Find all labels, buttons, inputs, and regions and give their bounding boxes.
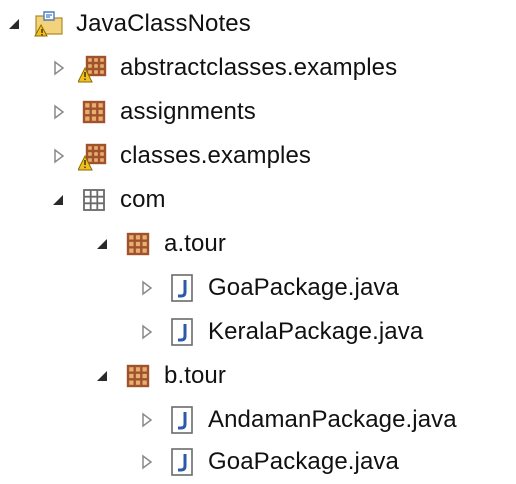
empty-package-icon <box>78 184 110 216</box>
collapsed-arrow-icon[interactable] <box>50 147 68 165</box>
tree-row-com[interactable]: com <box>50 178 166 222</box>
package-icon <box>122 360 154 392</box>
expanded-arrow-icon[interactable] <box>6 15 24 33</box>
tree-row-abstractclasses-examples[interactable]: abstractclasses.examples <box>50 46 397 90</box>
tree-row-andaman-package-java[interactable]: AndamanPackage.java <box>138 398 457 442</box>
package-warning-icon <box>78 140 110 172</box>
tree-item-label: assignments <box>120 98 256 125</box>
collapsed-arrow-icon[interactable] <box>138 323 156 341</box>
collapsed-arrow-icon[interactable] <box>138 279 156 297</box>
expanded-arrow-icon[interactable] <box>94 235 112 253</box>
tree-row-goa-package-java[interactable]: GoaPackage.java <box>138 266 399 310</box>
java-file-icon <box>166 272 198 304</box>
tree-item-label: com <box>120 186 166 213</box>
tree-item-label: AndamanPackage.java <box>208 406 457 433</box>
package-explorer-tree: JavaClassNotes abstractclasses.examples <box>0 0 516 481</box>
tree-row-b-tour[interactable]: b.tour <box>94 354 226 398</box>
tree-row-assignments[interactable]: assignments <box>50 90 256 134</box>
collapsed-arrow-icon[interactable] <box>50 103 68 121</box>
tree-row-classes-examples[interactable]: classes.examples <box>50 134 311 178</box>
package-icon <box>122 228 154 260</box>
collapsed-arrow-icon[interactable] <box>138 453 156 471</box>
tree-item-label: GoaPackage.java <box>208 274 399 301</box>
tree-item-label: abstractclasses.examples <box>120 54 398 81</box>
java-file-icon <box>166 316 198 348</box>
collapsed-arrow-icon[interactable] <box>50 59 68 77</box>
tree-row-goa-package-java-b[interactable]: GoaPackage.java <box>138 440 399 484</box>
tree-row-a-tour[interactable]: a.tour <box>94 222 226 266</box>
java-project-icon <box>34 8 66 40</box>
collapsed-arrow-icon[interactable] <box>138 411 156 429</box>
tree-row-kerala-package-java[interactable]: KeralaPackage.java <box>138 310 423 354</box>
tree-item-label: a.tour <box>164 230 226 257</box>
tree-item-label: GoaPackage.java <box>208 448 399 475</box>
tree-row-java-class-notes[interactable]: JavaClassNotes <box>6 2 251 46</box>
tree-item-label: classes.examples <box>120 142 312 169</box>
tree-item-label: KeralaPackage.java <box>208 318 424 345</box>
java-file-icon <box>166 404 198 436</box>
expanded-arrow-icon[interactable] <box>50 191 68 209</box>
expanded-arrow-icon[interactable] <box>94 367 112 385</box>
project-label: JavaClassNotes <box>76 10 251 37</box>
package-icon <box>78 96 110 128</box>
package-warning-icon <box>78 52 110 84</box>
tree-item-label: b.tour <box>164 362 226 389</box>
java-file-icon <box>166 446 198 478</box>
